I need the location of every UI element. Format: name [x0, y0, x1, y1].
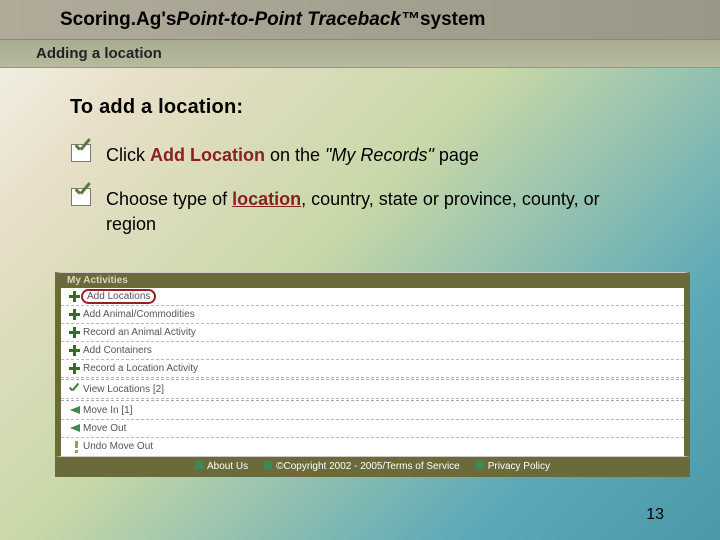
- row-label: Record an Animal Activity: [83, 327, 196, 338]
- title-bar: Scoring.Ag's Point-to-Point Traceback™ s…: [0, 0, 720, 40]
- page-number: 13: [646, 506, 664, 524]
- square-icon: [476, 461, 484, 469]
- row-move-out[interactable]: Move Out: [61, 420, 684, 438]
- plus-icon: [65, 326, 83, 339]
- row-add-containers[interactable]: Add Containers: [61, 342, 684, 360]
- bullet-2-pre: Choose type of: [106, 189, 232, 209]
- footer-privacy[interactable]: Privacy Policy: [476, 461, 550, 472]
- plus-icon: [65, 290, 83, 303]
- row-label: View Locations [2]: [83, 384, 164, 395]
- row-label: Undo Move Out: [83, 441, 153, 452]
- bullet-1-post: page: [439, 145, 479, 165]
- row-label: Add Animal/Commodities: [83, 309, 195, 320]
- footer-about[interactable]: About Us: [195, 461, 248, 472]
- subtitle-bar: Adding a location: [0, 40, 720, 68]
- bullet-1: Click Add Location on the "My Records" p…: [70, 143, 650, 167]
- bullet-1-mid: on the: [265, 145, 325, 165]
- row-undo-move-out[interactable]: Undo Move Out: [61, 438, 684, 456]
- row-label: Add Containers: [83, 345, 152, 356]
- my-activities-panel: My Activities Add Locations Add Animal/C…: [55, 272, 690, 457]
- divider: [61, 379, 684, 380]
- row-record-location-activity[interactable]: Record a Location Activity: [61, 360, 684, 378]
- bullet-2-text: Choose type of location, country, state …: [106, 187, 650, 236]
- add-locations-highlight: Add Locations: [81, 289, 156, 304]
- plus-icon: [65, 362, 83, 375]
- row-view-locations[interactable]: View Locations [2]: [61, 381, 684, 399]
- exclamation-icon: [65, 441, 83, 453]
- bullet-1-addlocation: Add Location: [150, 145, 265, 165]
- bullet-2-location: location: [232, 189, 301, 209]
- row-label: Move In [1]: [83, 405, 132, 416]
- checkbox-checked-icon: [70, 143, 96, 165]
- arrow-left-icon: [65, 424, 83, 432]
- footer-bar: About Us ©Copyright 2002 - 2005/Terms of…: [55, 457, 690, 477]
- square-icon: [264, 461, 272, 469]
- check-icon: [65, 383, 83, 395]
- row-add-locations[interactable]: Add Locations: [61, 288, 684, 306]
- row-record-animal-activity[interactable]: Record an Animal Activity: [61, 324, 684, 342]
- title-prefix: Scoring.Ag's: [60, 9, 176, 31]
- row-label: Move Out: [83, 423, 126, 434]
- square-icon: [195, 461, 203, 469]
- divider: [61, 400, 684, 401]
- content-area: To add a location: Click Add Location on…: [0, 68, 720, 266]
- row-label: Record a Location Activity: [83, 363, 198, 374]
- plus-icon: [65, 308, 83, 321]
- bullet-1-text: Click Add Location on the "My Records" p…: [106, 143, 479, 167]
- subtitle: Adding a location: [36, 45, 162, 62]
- plus-icon: [65, 344, 83, 357]
- bullet-1-pre: Click: [106, 145, 150, 165]
- row-add-animal[interactable]: Add Animal/Commodities: [61, 306, 684, 324]
- bullet-1-myrecords: "My Records": [325, 145, 439, 165]
- arrow-left-icon: [65, 406, 83, 414]
- slide: Scoring.Ag's Point-to-Point Traceback™ s…: [0, 0, 720, 540]
- title-suffix: system: [420, 9, 486, 31]
- title-main: Point-to-Point Traceback™: [176, 9, 420, 31]
- row-move-in[interactable]: Move In [1]: [61, 402, 684, 420]
- footer-copyright[interactable]: ©Copyright 2002 - 2005/Terms of Service: [264, 461, 460, 472]
- section-heading: To add a location:: [70, 96, 650, 119]
- panel-header: My Activities: [61, 273, 684, 288]
- bullet-2: Choose type of location, country, state …: [70, 187, 650, 236]
- checkbox-checked-icon: [70, 187, 96, 209]
